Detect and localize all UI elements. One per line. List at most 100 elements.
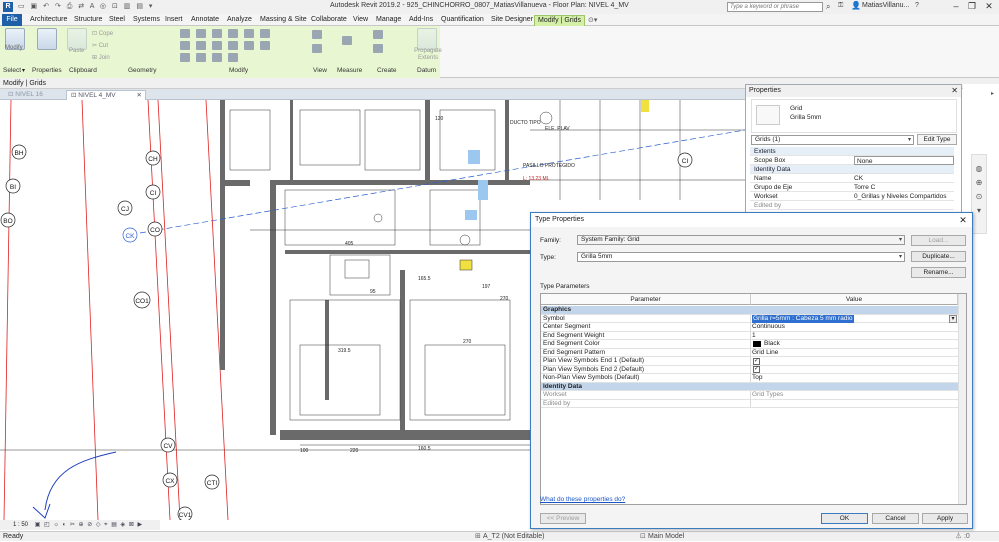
move-icon[interactable] (180, 41, 190, 50)
paste-icon[interactable] (67, 28, 87, 50)
measure-icon[interactable] (342, 36, 352, 45)
ok-button[interactable]: OK (821, 513, 868, 524)
props-row-scope-box[interactable]: Scope Box None (750, 156, 954, 165)
tab-steel[interactable]: Steel (106, 15, 128, 26)
mirror-draw-icon[interactable] (228, 29, 238, 38)
create-assembly-icon[interactable] (373, 30, 383, 39)
help-icon[interactable]: ? (915, 2, 919, 9)
delete-icon[interactable] (228, 53, 238, 62)
tab-view[interactable]: View (350, 15, 371, 26)
tab-massing-site[interactable]: Massing & Site (257, 15, 310, 26)
tab-nivel-16[interactable]: ⊡ NIVEL 16 (4, 90, 47, 100)
row-value[interactable]: 0_Grillas y Niveles Compartidos (854, 192, 946, 201)
tab-systems[interactable]: Systems (130, 15, 163, 26)
parameters-scrollbar[interactable] (958, 294, 966, 504)
create-group-icon[interactable] (373, 44, 383, 53)
align-icon[interactable] (180, 29, 190, 38)
tab-site-designer[interactable]: Site Designer (488, 15, 536, 26)
subscription-icon[interactable]: ⚿ (838, 2, 843, 10)
category-graphics[interactable]: Graphics⌃ (541, 306, 964, 315)
minimize-button[interactable]: – (950, 1, 962, 12)
tab-structure[interactable]: Structure (71, 15, 105, 26)
props-category-extents[interactable]: Extents (750, 147, 954, 156)
plan-end2-checkbox[interactable]: ✓ (753, 366, 760, 373)
copy-icon[interactable] (196, 41, 206, 50)
split-icon[interactable] (244, 29, 254, 38)
edit-type-button[interactable]: Edit Type (917, 134, 957, 145)
param-row-non-plan[interactable]: Non-Plan View Symbols (Default) Top (541, 374, 958, 383)
quick-access-toolbar[interactable]: ▭ ▣ ↶ ↷ ⎙ ⇄ A ◎ ⊡ ▥ ▤ ▾ (18, 2, 154, 11)
help-link[interactable]: What do these properties do? (540, 496, 625, 503)
preview-button[interactable]: << Preview (540, 513, 586, 524)
row-value[interactable]: Black (764, 340, 780, 348)
rename-button[interactable]: Rename... (911, 267, 966, 278)
tab-analyze[interactable]: Analyze (224, 15, 255, 26)
scale-label[interactable]: 1 : 50 (13, 522, 28, 528)
rotate-icon[interactable] (212, 41, 222, 50)
tab-add-ins[interactable]: Add-Ins (406, 15, 436, 26)
props-category-identity[interactable]: Identity Data (750, 165, 954, 174)
mirror-axis-icon[interactable] (212, 29, 222, 38)
column-header-value[interactable]: Value (751, 294, 958, 305)
param-row-plan-end2[interactable]: Plan View Symbols End 2 (Default) ✓ (541, 365, 958, 374)
view-control-icons[interactable]: ▣ ◰ ☼ ◐ ✂ ⊕ ⊘ ◇ ⌖ ▤ ◈ ⊠ ▶ (35, 522, 143, 528)
category-identity-data[interactable]: Identity Data⌃ (541, 382, 964, 391)
search-input[interactable]: Type a keyword or phrase (727, 2, 823, 12)
join-tool[interactable]: ⊞ Join (92, 54, 110, 61)
user-name[interactable]: MatiasVillanu... (862, 2, 909, 9)
tab-modify-grids[interactable]: Modify | Grids (534, 15, 586, 26)
apply-button[interactable]: Apply (922, 513, 968, 524)
symbol-dropdown-icon[interactable]: ▾ (949, 314, 957, 323)
restore-button[interactable]: ❐ (966, 1, 978, 12)
row-value[interactable]: Continuous (752, 323, 785, 331)
row-value[interactable]: Grid Line (752, 349, 778, 357)
row-value[interactable]: None (854, 156, 954, 165)
split-gap-icon[interactable] (260, 29, 270, 38)
props-row-grupo[interactable]: Grupo de Eje Torre C (750, 183, 954, 192)
param-row-end-weight[interactable]: End Segment Weight 1 (541, 331, 958, 340)
pin-icon[interactable] (244, 41, 254, 50)
tab-collaborate[interactable]: Collaborate (308, 15, 350, 26)
tab-manage[interactable]: Manage (373, 15, 404, 26)
cancel-button[interactable]: Cancel (872, 513, 919, 524)
param-row-plan-end1[interactable]: Plan View Symbols End 1 (Default) ✓ (541, 357, 958, 366)
tab-nivel-4-mv[interactable]: ⊡ NIVEL 4_MV ✕ (66, 90, 146, 100)
symbol-value[interactable]: Grilla r=5mm : Cabeza 5 mm radio (752, 314, 854, 323)
color-swatch[interactable] (753, 341, 761, 347)
family-dropdown[interactable]: System Family: Grid ▾ (577, 235, 905, 245)
type-dropdown[interactable]: Grilla 5mm ▾ (577, 252, 905, 262)
load-button[interactable]: Load... (911, 235, 966, 246)
instance-filter-dropdown[interactable]: Grids (1) ▾ (751, 135, 914, 145)
user-icon[interactable]: 👤 (851, 1, 861, 10)
param-row-center-segment[interactable]: Center Segment Continuous (541, 323, 958, 332)
unpin-icon[interactable] (260, 41, 270, 50)
search-icon[interactable]: ⌕ (826, 2, 830, 12)
tab-architecture[interactable]: Architecture (27, 15, 70, 26)
type-selector[interactable]: Grid Grilla 5mm (751, 99, 957, 133)
close-window-button[interactable]: ✕ (983, 1, 995, 12)
navbar-expand-icon[interactable]: ▸ (991, 90, 994, 97)
plan-end1-checkbox[interactable]: ✓ (753, 357, 760, 365)
revit-logo-icon[interactable]: R (3, 2, 13, 12)
param-row-symbol[interactable]: Symbol Grilla r=5mm : Cabeza 5 mm radio ▾ (541, 314, 958, 323)
trim-extend-icon[interactable] (212, 53, 222, 62)
tab-annotate[interactable]: Annotate (188, 15, 222, 26)
hide-icon[interactable] (312, 30, 322, 39)
tab-insert[interactable]: Insert (162, 15, 186, 26)
close-properties-icon[interactable]: ✕ (951, 86, 958, 95)
row-value[interactable]: 1 (752, 332, 756, 340)
navbar-icons[interactable]: ◍ ⊕ ⊙ ▾ (974, 162, 984, 218)
props-row-workset[interactable]: Workset 0_Grillas y Niveles Compartidos (750, 192, 954, 201)
row-value[interactable]: CK (854, 174, 863, 183)
override-graphics-icon[interactable] (312, 44, 322, 53)
dialog-close-icon[interactable]: ✕ (957, 214, 969, 226)
props-row-name[interactable]: Name CK (750, 174, 954, 183)
tab-file[interactable]: File (2, 14, 22, 26)
cope-tool[interactable]: ⊡ Cope (92, 30, 113, 37)
param-row-end-pattern[interactable]: End Segment Pattern Grid Line (541, 348, 958, 357)
select-dropdown-icon[interactable]: ▾ (22, 67, 25, 74)
param-row-end-color[interactable]: End Segment Color Black (541, 340, 958, 349)
grid-label-ck[interactable]: CK (125, 233, 135, 240)
trim-icon[interactable] (228, 41, 238, 50)
row-value[interactable]: Top (752, 374, 762, 382)
